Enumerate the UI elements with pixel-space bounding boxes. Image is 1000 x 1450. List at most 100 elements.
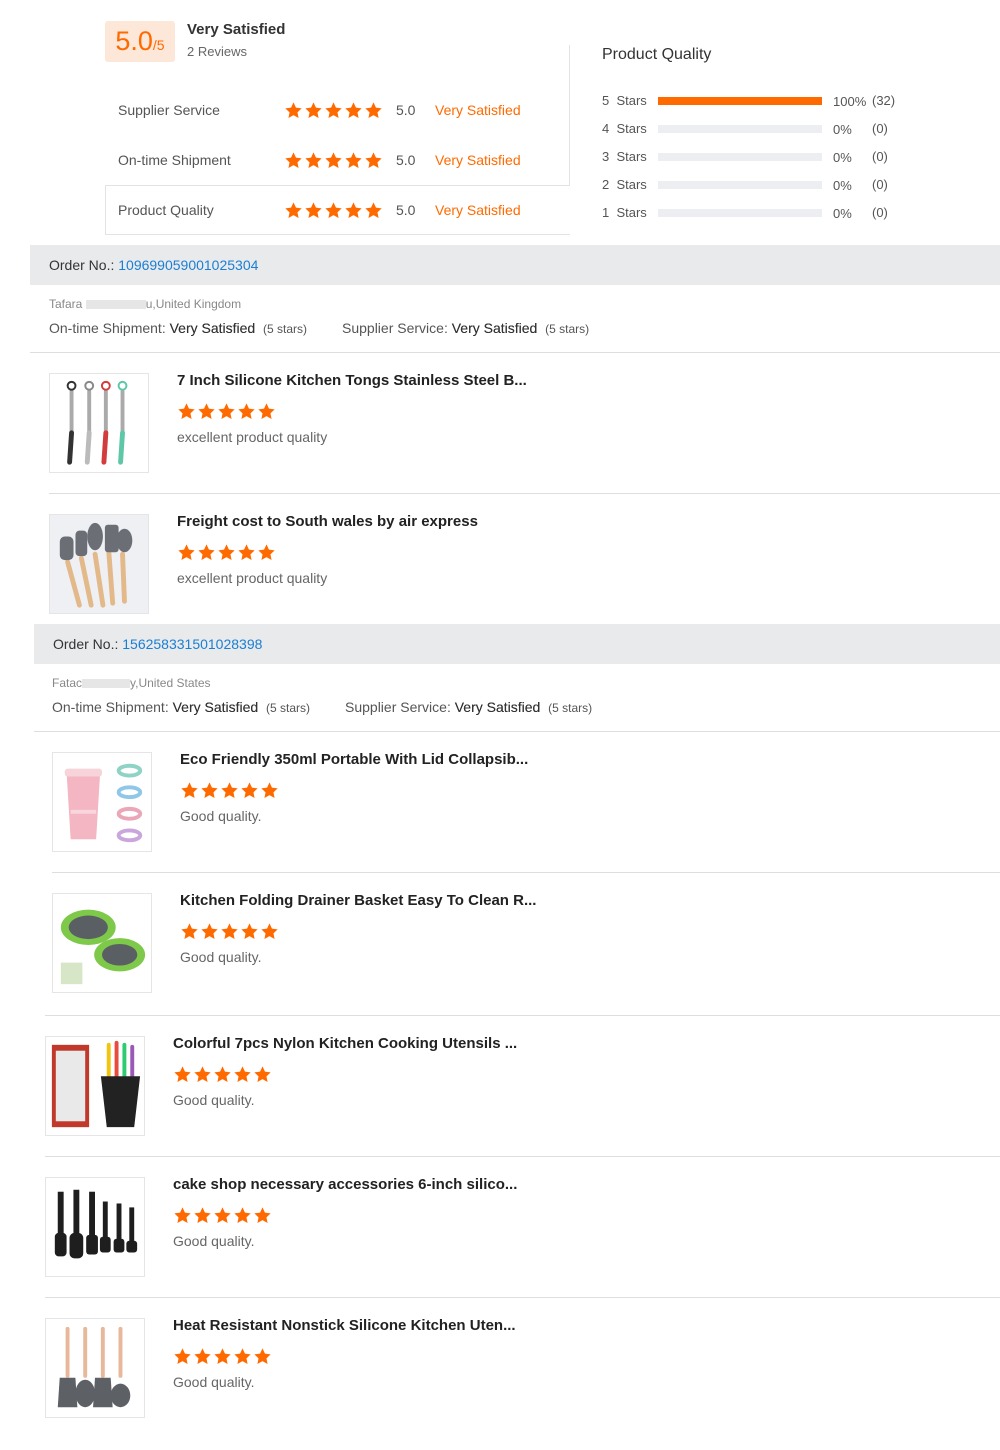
star-icon: [197, 402, 216, 421]
star-icon: [180, 781, 199, 800]
divider: [45, 1015, 1000, 1016]
distribution-count: (0): [872, 177, 888, 192]
star-icon: [220, 922, 239, 941]
star-icon: [177, 402, 196, 421]
product-rating-stars: [173, 1347, 273, 1371]
buyer-name: Fatac: [52, 676, 83, 690]
distribution-bar: [658, 125, 822, 133]
star-icon: [304, 201, 323, 220]
product-thumbnail-tongs[interactable]: [49, 373, 149, 473]
criteria-stars: [284, 201, 384, 223]
shipment-stars: (5 stars): [263, 322, 308, 336]
product-title[interactable]: cake shop necessary accessories 6-inch s…: [173, 1176, 517, 1193]
star-icon: [177, 543, 196, 562]
shipment-value: Very Satisfied: [172, 699, 259, 715]
buyer-info: Tafara u,United Kingdom: [49, 297, 241, 311]
star-icon: [253, 1065, 272, 1084]
review-comment: Good quality.: [180, 949, 262, 965]
product-title[interactable]: 7 Inch Silicone Kitchen Tongs Stainless …: [177, 372, 527, 389]
star-icon: [173, 1347, 192, 1366]
order-header: Order No.: 109699059001025304: [30, 245, 1000, 285]
criteria-name: On-time Shipment: [118, 152, 231, 168]
distribution-bar-fill: [658, 97, 822, 105]
review-comment: Good quality.: [173, 1233, 255, 1249]
star-icon: [364, 151, 383, 170]
star-icon: [324, 201, 343, 220]
product-thumbnail-utensil-set[interactable]: [45, 1036, 145, 1136]
product-title[interactable]: Heat Resistant Nonstick Silicone Kitchen…: [173, 1317, 516, 1334]
star-icon: [324, 151, 343, 170]
star-icon: [193, 1347, 212, 1366]
product-title[interactable]: Colorful 7pcs Nylon Kitchen Cooking Uten…: [173, 1035, 517, 1052]
product-title[interactable]: Eco Friendly 350ml Portable With Lid Col…: [180, 751, 528, 768]
product-thumbnail-utensils-wood[interactable]: [49, 514, 149, 614]
distribution-label: 5 Stars: [602, 93, 647, 108]
order-number-link[interactable]: 156258331501028398: [122, 636, 262, 652]
star-icon: [284, 151, 303, 170]
star-icon: [240, 922, 259, 941]
distribution-row-3: 3 Stars 0% (0): [602, 149, 922, 165]
product-title[interactable]: Freight cost to South wales by air expre…: [177, 513, 478, 530]
star-icon: [213, 1065, 232, 1084]
star-icon: [364, 101, 383, 120]
star-icon: [200, 781, 219, 800]
product-thumbnail-spatulas-black[interactable]: [45, 1177, 145, 1277]
criteria-stars: [284, 151, 384, 173]
review-comment: Good quality.: [173, 1374, 255, 1390]
distribution-percent: 0%: [833, 178, 852, 193]
shipment-rating-line: On-time Shipment: Very Satisfied (5 star…: [52, 699, 310, 715]
criteria-name: Product Quality: [118, 202, 214, 218]
star-icon: [253, 1206, 272, 1225]
star-icon: [257, 402, 276, 421]
star-icon: [193, 1206, 212, 1225]
service-label: Supplier Service:: [345, 699, 455, 715]
distribution-percent: 0%: [833, 150, 852, 165]
star-icon: [173, 1065, 192, 1084]
service-rating-line: Supplier Service: Very Satisfied (5 star…: [345, 699, 592, 715]
distribution-row-1: 1 Stars 0% (0): [602, 205, 922, 221]
star-icon: [200, 922, 219, 941]
order-number-label: Order No.:: [49, 257, 119, 273]
order-number-link[interactable]: 109699059001025304: [118, 257, 258, 273]
criteria-name: Supplier Service: [118, 102, 220, 118]
distribution-row-5: 5 Stars 100% (32): [602, 93, 922, 109]
shipment-value: Very Satisfied: [169, 320, 256, 336]
shipment-label: On-time Shipment:: [49, 320, 170, 336]
distribution-bar: [658, 97, 822, 105]
product-thumbnail-utensils-grey[interactable]: [45, 1318, 145, 1418]
criteria-score: 5.0: [396, 102, 416, 118]
star-icon: [217, 402, 236, 421]
distribution-row-4: 4 Stars 0% (0): [602, 121, 922, 137]
product-rating-stars: [177, 402, 277, 426]
distribution-label: 1 Stars: [602, 205, 647, 220]
criteria-row-product-quality: Product Quality 5.0 Very Satisfied: [118, 201, 538, 221]
product-thumbnail-drainer[interactable]: [52, 893, 152, 993]
star-icon: [197, 543, 216, 562]
distribution-label: 2 Stars: [602, 177, 647, 192]
divider: [45, 1297, 1000, 1298]
star-icon: [253, 1347, 272, 1366]
order-header: Order No.: 156258331501028398: [34, 624, 1000, 664]
star-icon: [173, 1206, 192, 1225]
overall-satisfaction-label: Very Satisfied: [187, 21, 286, 38]
product-thumbnail-cups[interactable]: [52, 752, 152, 852]
shipment-label: On-time Shipment:: [52, 699, 173, 715]
divider: [34, 731, 1000, 732]
review-comment: excellent product quality: [177, 570, 328, 586]
distribution-bar: [658, 181, 822, 189]
distribution-count: (0): [872, 205, 888, 220]
star-icon: [284, 101, 303, 120]
product-rating-stars: [173, 1206, 273, 1230]
star-icon: [180, 922, 199, 941]
divider: [45, 1156, 1000, 1157]
distribution-bar: [658, 153, 822, 161]
order-number-label: Order No.:: [53, 636, 123, 652]
buyer-country: u,United Kingdom: [145, 297, 242, 311]
service-stars: (5 stars): [548, 701, 593, 715]
star-icon: [344, 201, 363, 220]
distribution-count: (0): [872, 149, 888, 164]
product-rating-stars: [180, 781, 280, 805]
star-icon: [213, 1347, 232, 1366]
product-title[interactable]: Kitchen Folding Drainer Basket Easy To C…: [180, 892, 536, 909]
buyer-country: y,United States: [130, 676, 211, 690]
